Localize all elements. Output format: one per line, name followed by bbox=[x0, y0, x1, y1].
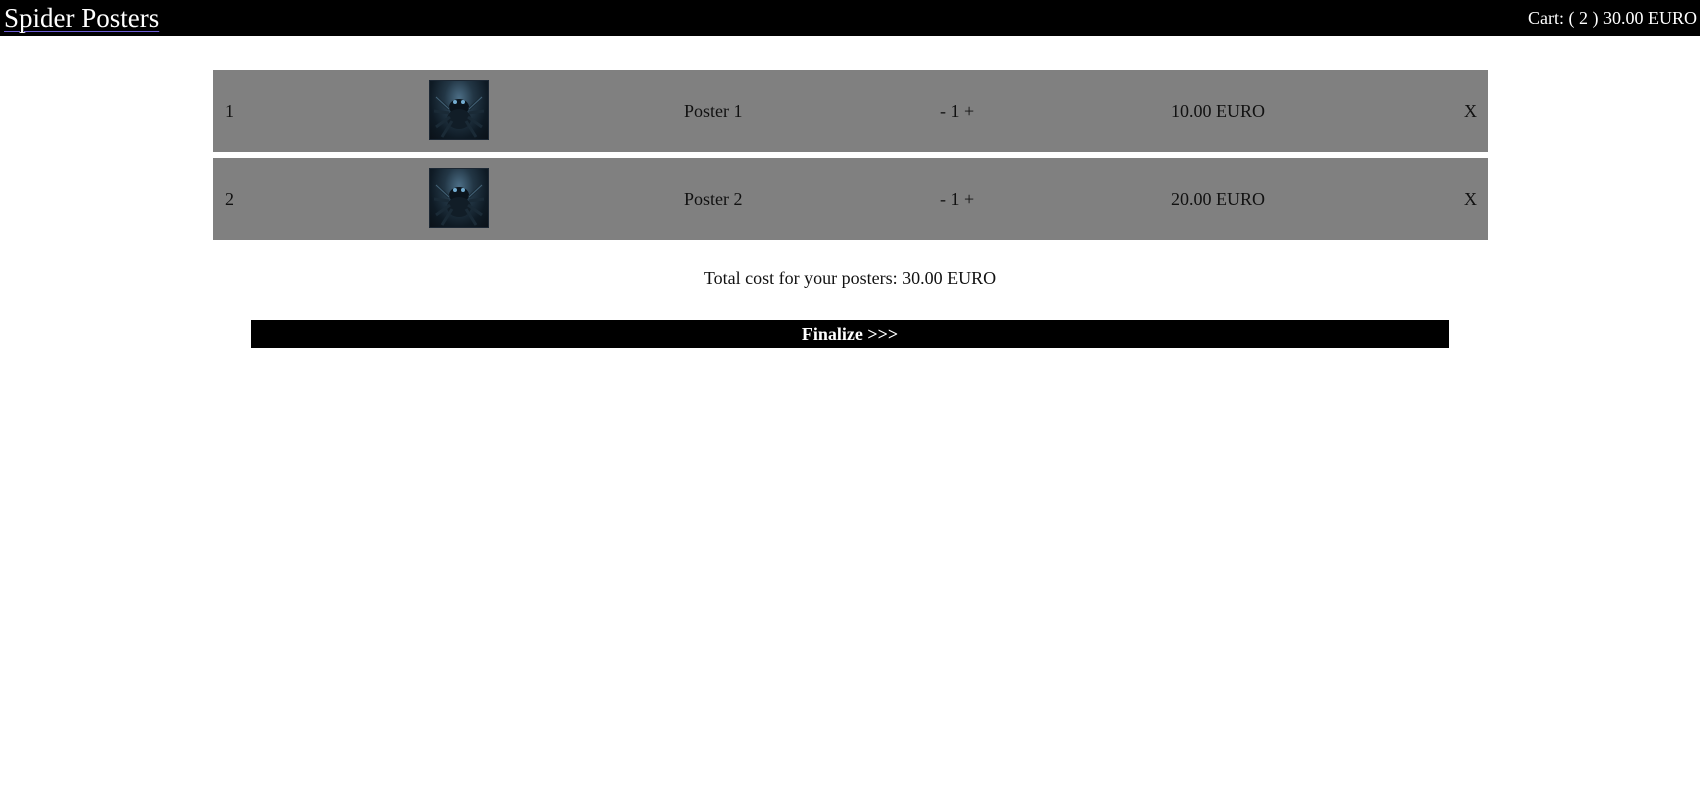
remove-item-button[interactable]: X bbox=[1464, 158, 1477, 240]
item-index: 1 bbox=[225, 101, 234, 121]
poster-thumbnail bbox=[429, 80, 489, 140]
cart-row: 1 Poster 1 - 1 + 10.00 EURO X bbox=[213, 70, 1488, 152]
poster-thumbnail bbox=[429, 168, 489, 228]
poster-name: Poster 2 bbox=[684, 189, 743, 209]
cart-list: 1 Poster 1 - 1 + 10.00 EURO X 2 Poster 2… bbox=[213, 70, 1488, 246]
quantity-control[interactable]: - 1 + bbox=[940, 158, 974, 240]
total-cost: Total cost for your posters: 30.00 EURO bbox=[703, 268, 997, 288]
finalize-button[interactable]: Finalize >>> bbox=[251, 320, 1449, 348]
quantity-control[interactable]: - 1 + bbox=[940, 70, 974, 152]
spider-image-icon bbox=[433, 183, 485, 226]
remove-item-button[interactable]: X bbox=[1464, 70, 1477, 152]
item-price: 20.00 EURO bbox=[1171, 189, 1265, 209]
item-price: 10.00 EURO bbox=[1171, 101, 1265, 121]
cart-row: 2 Poster 2 - 1 + 20.00 EURO X bbox=[213, 158, 1488, 240]
brand-link[interactable]: Spider Posters bbox=[4, 2, 159, 34]
spider-image-icon bbox=[433, 95, 485, 138]
cart-summary[interactable]: Cart: ( 2 ) 30.00 EURO bbox=[1528, 7, 1697, 29]
top-bar: Spider Posters Cart: ( 2 ) 30.00 EURO bbox=[0, 0, 1700, 36]
poster-name: Poster 1 bbox=[684, 101, 743, 121]
item-index: 2 bbox=[225, 189, 234, 209]
